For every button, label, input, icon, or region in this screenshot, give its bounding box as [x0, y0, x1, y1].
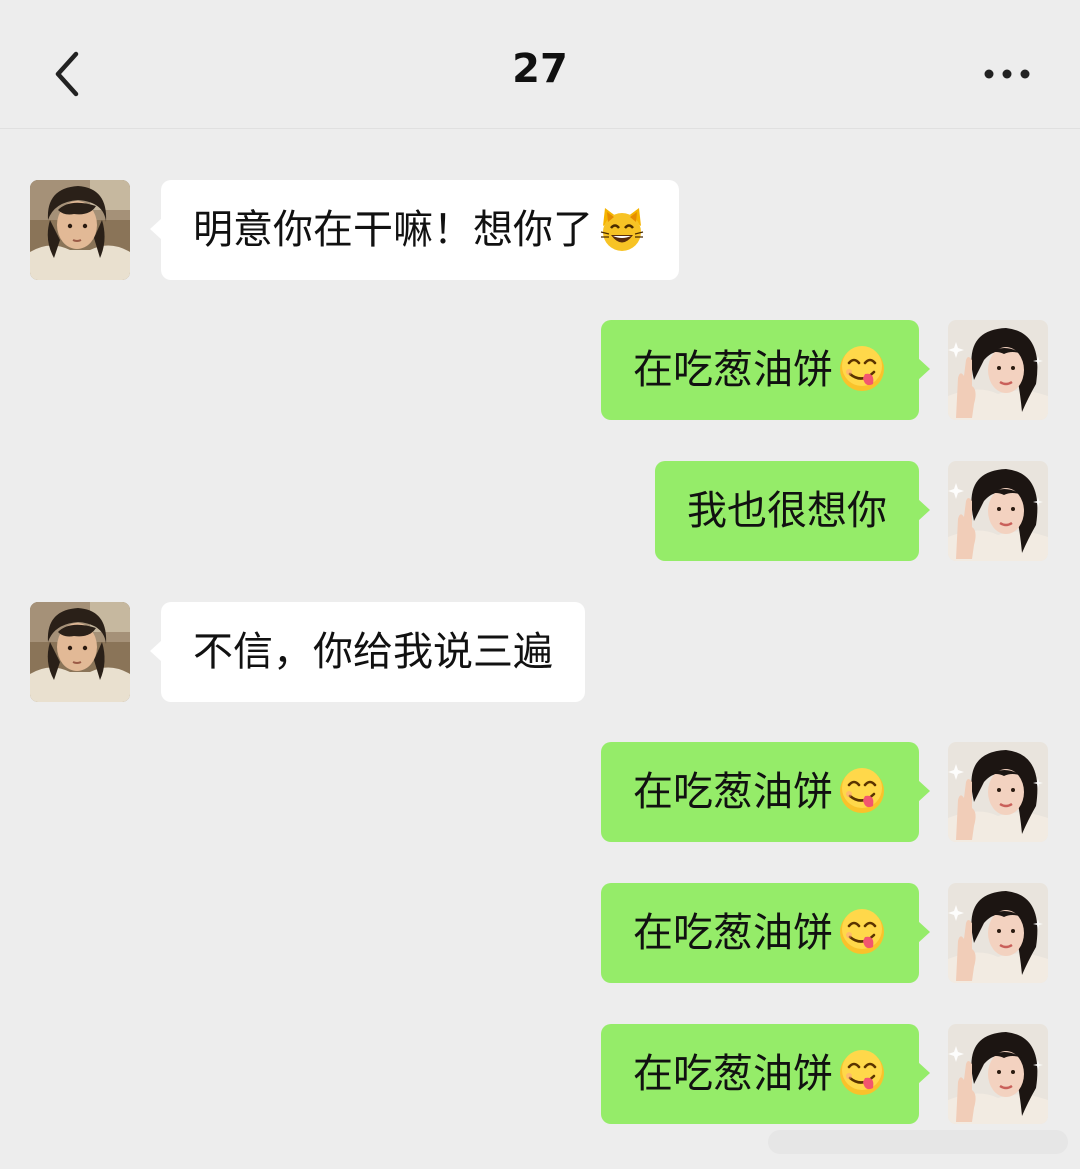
message-text: 明意你在干嘛！想你了 — [193, 207, 593, 253]
my-avatar[interactable] — [948, 883, 1048, 983]
contact-avatar[interactable] — [30, 180, 130, 280]
watermark — [768, 1130, 1068, 1154]
chat-title: 27 — [512, 46, 568, 92]
my-avatar[interactable] — [948, 320, 1048, 420]
grinning-cat-emoji — [597, 204, 647, 254]
message-bubble[interactable]: 明意你在干嘛！想你了 — [161, 180, 679, 280]
face-savoring-food-emoji — [837, 1048, 887, 1098]
message-bubble[interactable]: 在吃葱油饼 — [601, 1024, 919, 1124]
message-text: 在吃葱油饼 — [633, 1051, 833, 1097]
more-dots-icon[interactable] — [978, 64, 1038, 84]
message-text: 在吃葱油饼 — [633, 769, 833, 815]
bubble-tail — [918, 1062, 930, 1084]
bubble-tail — [918, 358, 930, 380]
my-avatar[interactable] — [948, 742, 1048, 842]
face-savoring-food-emoji — [837, 766, 887, 816]
bubble-tail — [918, 921, 930, 943]
my-avatar[interactable] — [948, 1024, 1048, 1124]
message-text: 在吃葱油饼 — [633, 347, 833, 393]
face-savoring-food-emoji — [837, 344, 887, 394]
message-text: 我也很想你 — [687, 488, 887, 534]
face-savoring-food-emoji — [837, 907, 887, 957]
chat-header: 27 — [0, 0, 1080, 129]
contact-avatar[interactable] — [30, 602, 130, 702]
message-bubble[interactable]: 不信，你给我说三遍 — [161, 602, 585, 702]
message-bubble[interactable]: 在吃葱油饼 — [601, 883, 919, 983]
message-text: 在吃葱油饼 — [633, 910, 833, 956]
message-bubble[interactable]: 在吃葱油饼 — [601, 320, 919, 420]
message-bubble[interactable]: 在吃葱油饼 — [601, 742, 919, 842]
bubble-tail — [918, 499, 930, 521]
message-text: 不信，你给我说三遍 — [193, 629, 553, 675]
my-avatar[interactable] — [948, 461, 1048, 561]
bubble-tail — [918, 780, 930, 802]
message-bubble[interactable]: 我也很想你 — [655, 461, 919, 561]
